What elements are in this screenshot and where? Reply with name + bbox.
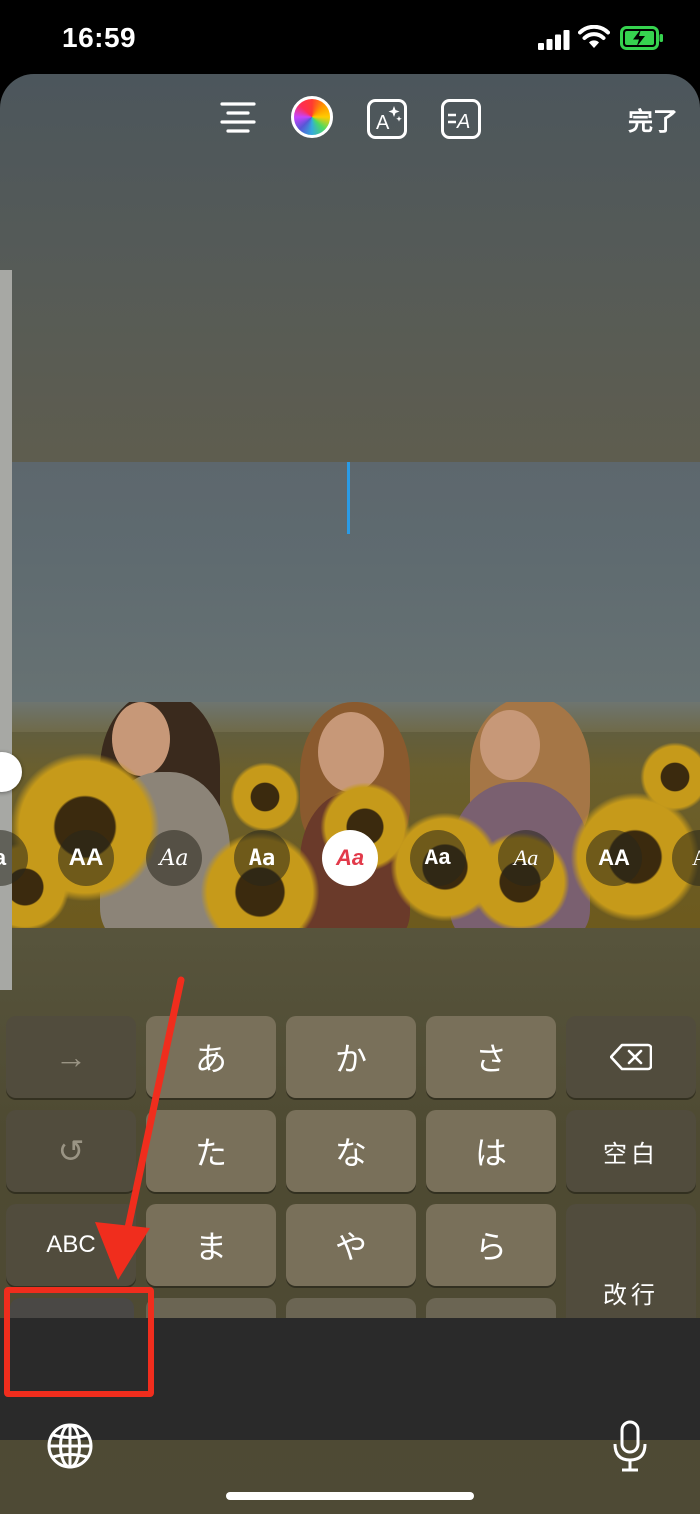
annotation-arrow — [95, 976, 185, 1280]
